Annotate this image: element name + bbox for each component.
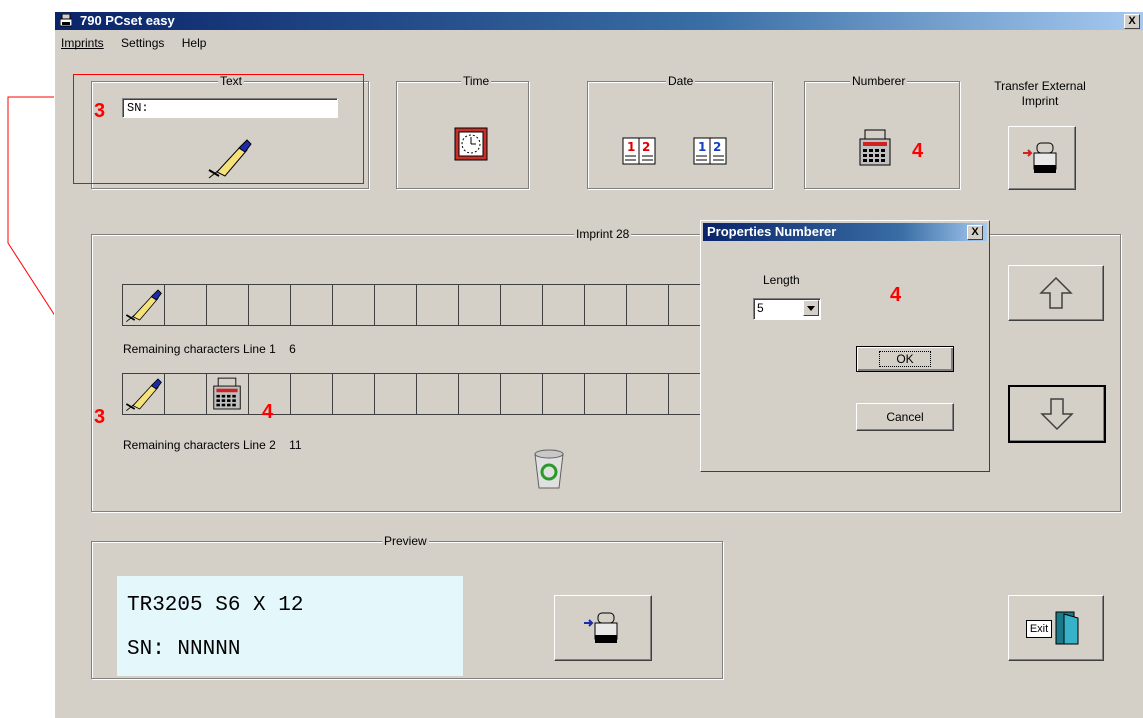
svg-text:2: 2 xyxy=(713,140,721,154)
stamp-transfer-icon xyxy=(584,612,618,643)
numberer-group-label: Numberer xyxy=(850,74,908,88)
svg-text:2: 2 xyxy=(642,140,650,154)
line1-cell[interactable] xyxy=(375,285,417,325)
move-up-button[interactable] xyxy=(1008,265,1104,321)
line1-cell[interactable] xyxy=(501,285,543,325)
date-group-label: Date xyxy=(666,74,696,88)
line1-cell[interactable] xyxy=(543,285,585,325)
length-value: 5 xyxy=(757,301,764,315)
preview-line-2: SN: NNNNN xyxy=(127,638,241,661)
line1-cell[interactable] xyxy=(291,285,333,325)
line2-cell[interactable] xyxy=(417,374,459,414)
annotation-4-line2: 4 xyxy=(262,401,274,423)
cancel-label: Cancel xyxy=(886,410,924,424)
imprint-group-label: Imprint 28 xyxy=(574,227,632,241)
line1-remaining: Remaining characters Line 1 6 xyxy=(123,342,296,356)
preview-line-1: TR3205 S6 X 12 xyxy=(127,594,304,617)
exit-icon: Exit xyxy=(1026,610,1086,646)
stamp-transfer-icon xyxy=(1023,142,1057,173)
window-title: 790 PCset easy xyxy=(80,13,175,28)
ok-label: OK xyxy=(879,351,931,367)
line1-cell[interactable] xyxy=(585,285,627,325)
line2-remaining-label: Remaining characters Line 2 xyxy=(123,438,276,452)
numberer-icon[interactable] xyxy=(858,129,892,167)
line2-cell[interactable] xyxy=(543,374,585,414)
dialog-title: Properties Numberer xyxy=(707,224,837,239)
line2-cell[interactable] xyxy=(291,374,333,414)
preview-group-label: Preview xyxy=(382,534,429,548)
line2-cell[interactable] xyxy=(585,374,627,414)
menu-help[interactable]: Help xyxy=(182,36,207,50)
line1-remaining-count: 6 xyxy=(289,342,296,356)
line2-cell[interactable] xyxy=(375,374,417,414)
line2-cell[interactable] xyxy=(627,374,669,414)
svg-text:1: 1 xyxy=(627,140,635,154)
menu-imprints[interactable]: Imprints xyxy=(61,36,104,50)
annotation-4-dialog: 4 xyxy=(890,284,902,306)
line2-cell[interactable] xyxy=(165,374,207,414)
line2-remaining-count: 11 xyxy=(289,438,302,452)
line2-remaining: Remaining characters Line 2 11 xyxy=(123,438,302,452)
numberer-icon xyxy=(213,377,241,410)
window-close-button[interactable]: X xyxy=(1124,14,1140,29)
line1-cell[interactable] xyxy=(123,285,165,325)
line1-cell[interactable] xyxy=(249,285,291,325)
line1-cell[interactable] xyxy=(333,285,375,325)
preview-display: TR3205 S6 X 12 SN: NNNNN xyxy=(117,576,463,676)
time-group-label: Time xyxy=(461,74,492,88)
line2-cell[interactable] xyxy=(123,374,165,414)
transfer-external-imprint-button[interactable] xyxy=(1008,126,1076,190)
exit-label: Exit xyxy=(1026,620,1052,638)
chevron-down-icon[interactable] xyxy=(803,300,819,316)
dialog-title-bar[interactable]: Properties Numberer X xyxy=(703,223,987,241)
line1-cell[interactable] xyxy=(627,285,669,325)
pen-icon xyxy=(125,378,162,411)
line1-cell[interactable] xyxy=(165,285,207,325)
ok-button[interactable]: OK xyxy=(856,346,954,372)
title-bar[interactable]: 790 PCset easy X xyxy=(55,12,1143,30)
app-icon xyxy=(60,14,72,27)
line1-cell[interactable] xyxy=(459,285,501,325)
door-icon xyxy=(1055,611,1079,645)
calendar-red-icon[interactable]: 1 2 xyxy=(622,137,656,165)
line2-cell[interactable] xyxy=(501,374,543,414)
line1-cell[interactable] xyxy=(417,285,459,325)
date-group: Date xyxy=(587,74,773,189)
dialog-close-button[interactable]: X xyxy=(967,225,983,240)
annotation-4-numberer: 4 xyxy=(912,140,924,162)
annotation-3-text: 3 xyxy=(94,100,106,122)
menu-bar: Imprints Settings Help xyxy=(55,33,212,53)
length-select[interactable]: 5 xyxy=(753,298,821,320)
length-label: Length xyxy=(763,273,800,287)
clock-icon[interactable] xyxy=(454,127,488,161)
move-down-button[interactable] xyxy=(1008,385,1106,443)
transfer-label: Transfer External Imprint xyxy=(985,79,1095,109)
arrow-down-icon xyxy=(1040,398,1074,431)
menu-settings[interactable]: Settings xyxy=(121,36,164,50)
exit-button[interactable]: Exit xyxy=(1008,595,1104,661)
annotation-text-box xyxy=(73,74,364,184)
transfer-label-line1: Transfer External xyxy=(994,79,1086,93)
arrow-up-icon xyxy=(1039,276,1073,309)
annotation-3-line2: 3 xyxy=(94,406,106,428)
svg-text:1: 1 xyxy=(698,140,706,154)
line2-cell[interactable] xyxy=(207,374,249,414)
print-preview-button[interactable] xyxy=(554,595,652,661)
cancel-button[interactable]: Cancel xyxy=(856,403,954,431)
pen-icon xyxy=(125,289,162,322)
line2-cell[interactable] xyxy=(459,374,501,414)
properties-numberer-dialog: Properties Numberer X Length 5 OK Cancel xyxy=(700,220,990,472)
calendar-blue-icon[interactable]: 1 2 xyxy=(693,137,727,165)
transfer-label-line2: Imprint xyxy=(1021,94,1059,108)
line1-cell[interactable] xyxy=(207,285,249,325)
recycle-bin-icon[interactable] xyxy=(529,446,569,490)
line2-cell[interactable] xyxy=(333,374,375,414)
line1-remaining-label: Remaining characters Line 1 xyxy=(123,342,276,356)
